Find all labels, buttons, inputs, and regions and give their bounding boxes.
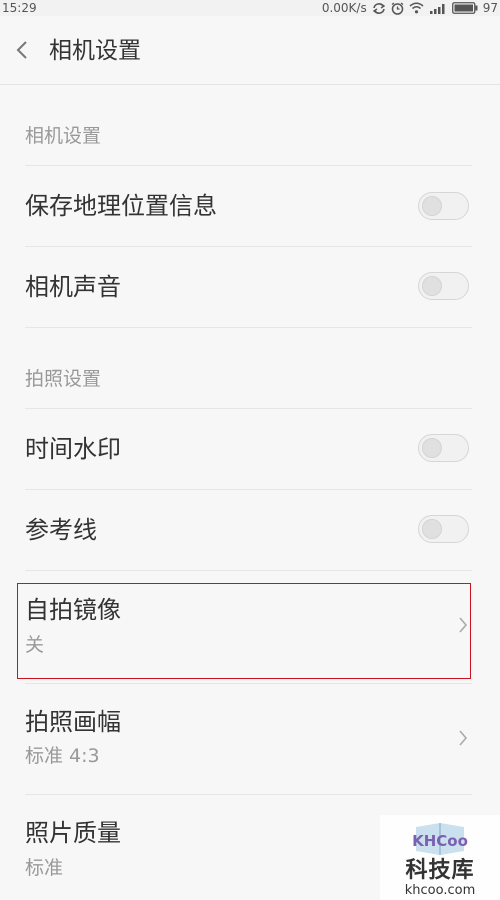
chevron-right-icon — [457, 615, 469, 635]
signal-icon — [429, 2, 447, 14]
toggle-knob — [422, 196, 442, 216]
status-time: 15:29 — [2, 1, 37, 15]
section-header-photo: 拍照设置 — [25, 368, 102, 390]
row-grid-lines[interactable]: 参考线 — [0, 490, 500, 570]
title-bar: 相机设置 — [0, 16, 500, 85]
battery-icon — [451, 2, 478, 14]
chevron-left-icon[interactable] — [12, 38, 34, 62]
site-watermark: KHCoo 科技库 khcoo.com — [380, 815, 500, 900]
toggle-knob — [422, 276, 442, 296]
toggle-knob — [422, 438, 442, 458]
camera-sound-toggle[interactable] — [418, 272, 469, 300]
save-location-toggle[interactable] — [418, 192, 469, 220]
row-label: 保存地理位置信息 — [25, 192, 217, 220]
row-label: 时间水印 — [25, 435, 121, 463]
row-aspect-ratio[interactable]: 拍照画幅 标准 4:3 — [0, 684, 500, 794]
watermark-name: 科技库 — [405, 858, 475, 883]
divider — [25, 327, 472, 328]
row-value: 标准 — [25, 857, 64, 879]
wifi-icon — [409, 2, 424, 14]
time-watermark-toggle[interactable] — [418, 434, 469, 462]
row-selfie-mirror[interactable]: 自拍镜像 关 — [0, 571, 500, 683]
row-camera-sound[interactable]: 相机声音 — [0, 247, 500, 327]
camera-settings-screen: 15:29 0.00K/s 97 相机设置 相机设置 保存地理位置信息 相机声音… — [0, 0, 500, 900]
alarm-icon — [391, 1, 404, 15]
row-value: 标准 4:3 — [25, 745, 100, 767]
battery-level: 97 — [482, 1, 498, 15]
svg-text:KHCoo: KHCoo — [412, 832, 468, 850]
grid-lines-toggle[interactable] — [418, 515, 469, 543]
status-icons: 0.00K/s 97 — [322, 0, 498, 16]
row-label: 照片质量 — [25, 819, 121, 847]
row-label: 自拍镜像 — [25, 596, 121, 624]
row-label: 拍照画幅 — [25, 708, 121, 736]
section-header-camera: 相机设置 — [25, 125, 102, 147]
row-time-watermark[interactable]: 时间水印 — [0, 409, 500, 489]
watermark-url: khcoo.com — [404, 883, 476, 898]
status-bar: 15:29 0.00K/s 97 — [0, 0, 500, 16]
row-save-location[interactable]: 保存地理位置信息 — [0, 166, 500, 246]
net-speed: 0.00K/s — [321, 1, 367, 15]
row-label: 参考线 — [25, 516, 97, 544]
row-value: 关 — [25, 634, 45, 656]
toggle-knob — [422, 519, 442, 539]
page-title: 相机设置 — [49, 38, 141, 64]
row-label: 相机声音 — [25, 273, 121, 301]
khcoo-logo-icon: KHCoo — [402, 821, 478, 861]
chevron-right-icon — [457, 728, 469, 748]
sync-icon — [372, 2, 386, 15]
